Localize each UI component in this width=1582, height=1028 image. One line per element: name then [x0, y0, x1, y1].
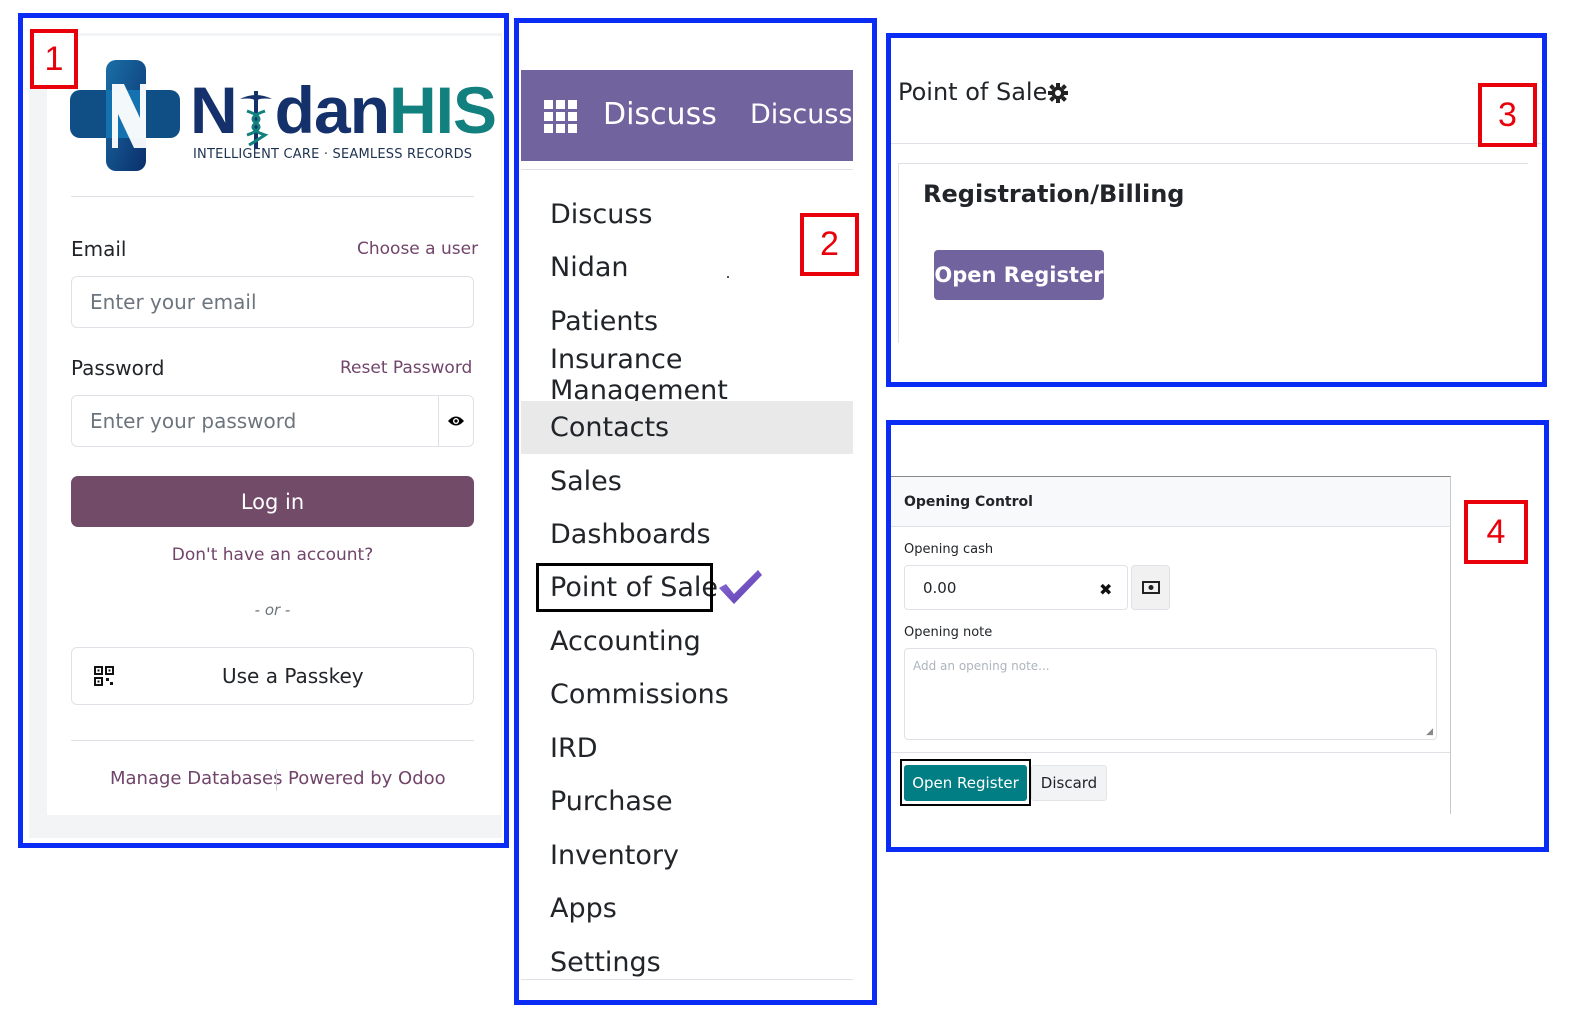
divider [71, 196, 474, 197]
password-placeholder: Enter your password [90, 409, 297, 433]
step-1-badge: 1 [30, 29, 78, 89]
dialog-title: Opening Control [904, 494, 1033, 510]
checkmark-icon [716, 568, 764, 610]
menu-item-dashboards[interactable]: Dashboards [521, 508, 853, 561]
opening-note-placeholder: Add an opening note... [913, 659, 1050, 673]
menu-item-purchase[interactable]: Purchase [521, 775, 853, 828]
password-field[interactable]: Enter your password [71, 395, 474, 447]
menu-item-patients[interactable]: Patients [521, 295, 853, 348]
signup-link[interactable]: Don't have an account? [71, 545, 474, 565]
brand-name: NdanHIS [190, 73, 497, 149]
step-3-badge: 3 [1478, 83, 1537, 147]
pos-card-title: Registration/Billing [923, 180, 1185, 208]
email-label: Email [71, 237, 127, 261]
divider [891, 752, 1450, 753]
passkey-label: Use a Passkey [222, 664, 364, 688]
choose-user-link[interactable]: Choose a user [357, 239, 478, 259]
qr-code-icon [94, 666, 114, 691]
opening-note-label: Opening note [904, 625, 993, 640]
gear-icon[interactable] [1048, 83, 1068, 107]
divider [521, 169, 853, 170]
nidan-logo-icon [70, 58, 180, 173]
password-label: Password [71, 356, 165, 380]
menu-item-commissions[interactable]: Commissions [521, 668, 853, 721]
reset-password-link[interactable]: Reset Password [340, 358, 472, 378]
manage-databases-link[interactable]: Manage Databases [110, 768, 283, 789]
navbar-app-title[interactable]: Discuss [603, 97, 717, 132]
email-field[interactable]: Enter your email [71, 276, 474, 328]
menu-item-sales[interactable]: Sales [521, 455, 853, 508]
dialog-open-register-button[interactable]: Open Register [904, 765, 1027, 801]
login-button[interactable]: Log in [71, 476, 474, 527]
menu-item-inventory[interactable]: Inventory [521, 829, 853, 882]
clear-icon[interactable]: ✖ [1099, 580, 1112, 599]
divider [71, 740, 474, 741]
open-register-button[interactable]: Open Register [934, 250, 1104, 300]
powered-by-link[interactable]: Powered by Odoo [288, 768, 446, 789]
dot-mark [727, 276, 729, 278]
footer-divider [276, 769, 277, 791]
brand-tagline: INTELLIGENT CARE · SEAMLESS RECORDS [193, 147, 473, 162]
money-icon[interactable] [1131, 565, 1170, 610]
step-2-badge: 2 [800, 213, 859, 276]
point-of-sale-highlight-box [536, 563, 713, 612]
opening-note-textarea[interactable]: Add an opening note... ◢ [904, 648, 1437, 740]
menu-item-contacts[interactable]: Contacts [521, 401, 853, 454]
divider [521, 979, 853, 980]
opening-cash-value: 0.00 [923, 579, 957, 597]
or-separator: - or - [254, 601, 291, 619]
app-grid-icon[interactable] [544, 100, 578, 138]
step-4-badge: 4 [1464, 500, 1528, 564]
eye-icon[interactable] [438, 396, 473, 446]
top-navbar: Discuss Discuss [521, 70, 853, 161]
menu-item-insurance-management[interactable]: Insurance Management [521, 344, 853, 406]
opening-cash-label: Opening cash [904, 542, 994, 557]
menu-item-settings[interactable]: Settings [521, 936, 853, 989]
menu-item-ird[interactable]: IRD [521, 722, 853, 775]
divider [891, 143, 1541, 144]
passkey-button[interactable]: Use a Passkey [71, 647, 474, 705]
opening-cash-field[interactable]: 0.00 ✖ [904, 565, 1128, 610]
menu-item-apps[interactable]: Apps [521, 882, 853, 935]
discard-button[interactable]: Discard [1031, 765, 1107, 801]
menu-item-accounting[interactable]: Accounting [521, 615, 853, 668]
page-title: Point of Sale [898, 78, 1048, 106]
email-placeholder: Enter your email [90, 290, 257, 314]
navbar-menu-discuss[interactable]: Discuss [750, 99, 852, 130]
resize-handle-icon[interactable]: ◢ [1426, 727, 1433, 737]
